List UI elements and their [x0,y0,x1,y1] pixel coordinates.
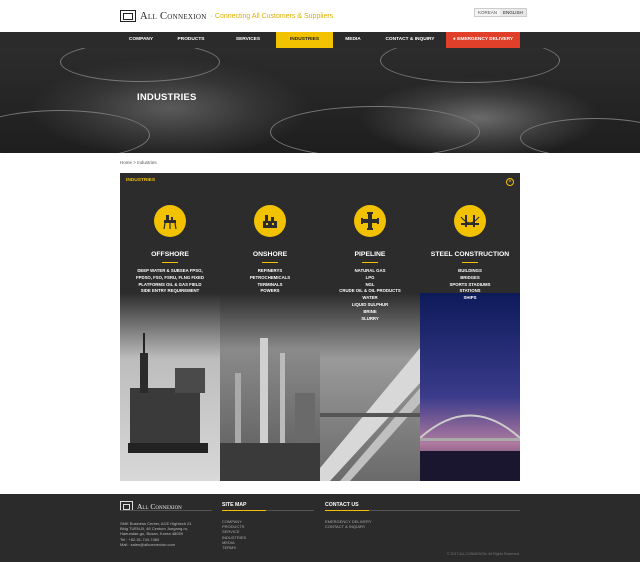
list-item: BUILDINGS [458,268,482,273]
hero-banner: INDUSTRIES [0,48,640,153]
list-item: PETROCHEMICALS [249,274,291,280]
alert-icon: ● [452,37,456,42]
list-item: STATIONS [459,288,481,294]
list-item: BRIDGES [460,274,480,280]
industry-name: OFFSHORE [151,251,189,258]
nav-products[interactable]: PRODUCTS [162,32,220,48]
brand-logo[interactable]: All Connexion · Connecting All Customers… [120,10,333,22]
contact-link[interactable]: CONTACT & INQUIRY [325,524,372,529]
list-item: NATURAL GAS [354,268,386,273]
sitemap-title: SITE MAP [222,502,247,508]
industry-list: BUILDINGS BRIDGES SPORTS STADIUMS STATIO… [420,268,520,302]
nav-contact-inquiry[interactable]: CONTACT & INQUIRY [374,32,446,48]
list-item: CRUDE OIL & OIL PRODUCTS [339,288,401,294]
industries-panel: INDUSTRIES × OFFSHORE DEEP WATER & SUBSE… [120,173,520,481]
list-item: BRINE [363,308,377,314]
bridge-icon [454,205,486,237]
language-switcher: KOREAN ENGLISH [474,8,527,17]
list-item: SIDE ENTRY REQUIREMENT [140,288,200,294]
industry-name: ONSHORE [252,251,288,258]
industry-list: REFINERYS PETROCHEMICALS TERMINALS POWER… [220,268,320,295]
storage-tank-image [380,48,560,83]
page-title: INDUSTRIES [137,92,197,103]
industry-list: DEEP WATER & SUBSEA FPSO, FPDSO, FSO, FS… [120,268,220,295]
nav-emergency-delivery[interactable]: ● EMERGENCY DELIVERY [446,32,520,48]
list-item: LPG [365,274,375,280]
industry-name: STEEL CONSTRUCTION [430,251,510,258]
divider [162,262,178,263]
page: All Connexion · Connecting All Customers… [0,0,640,562]
sitemap-link[interactable]: TERMS [222,545,246,550]
main-nav: COMPANY PRODUCTS SERVICES INDUSTRIES MED… [0,32,640,48]
pipe-cross-icon [354,205,386,237]
list-item: POWERS [260,288,280,294]
nav-media[interactable]: MEDIA [333,32,373,48]
list-item: REFINERYS [257,268,283,273]
lang-english[interactable]: ENGLISH [500,9,526,16]
sitemap-links: COMPANY PRODUCTS SERVICE INDUSTRIES MEDI… [222,519,246,550]
brand-name: All Connexion [140,10,207,22]
industry-offshore[interactable]: OFFSHORE DEEP WATER & SUBSEA FPSO, FPDSO… [120,173,220,481]
industry-onshore[interactable]: ONSHORE REFINERYS PETROCHEMICALS TERMINA… [220,173,320,481]
industry-list: NATURAL GAS LPG NGL CRUDE OIL & OIL PROD… [320,268,420,322]
list-item: WATER [362,295,378,301]
industry-name: PIPELINE [354,251,386,258]
site-footer: All Connexion SMK Business Center, ACE H… [0,494,640,562]
site-header: All Connexion · Connecting All Customers… [0,0,640,32]
storage-tank-image [520,118,640,153]
list-item: FPDSO, FSO, FSRU, FLNG FIXED [135,274,205,280]
logo-mark-icon [120,10,136,22]
list-item: LIQUID SULPHUR [351,301,389,307]
divider [120,510,212,511]
list-item: SPORTS STADIUMS [449,281,491,287]
storage-tank-image [270,106,480,153]
industry-steel-construction[interactable]: STEEL CONSTRUCTION BUILDINGS BRIDGES SPO… [420,173,520,481]
list-item: SLURRY [361,315,379,321]
divider [362,262,378,263]
contact-links: EMERGENCY DELIVERY CONTACT & INQUIRY [325,519,372,529]
brand-tagline: · Connecting All Customers & Suppliers [210,12,334,20]
lang-korean[interactable]: KOREAN [475,9,501,16]
accent-divider [325,510,369,511]
accent-divider [222,510,266,511]
list-item: DEEP WATER & SUBSEA FPSO, [137,268,203,273]
breadcrumb: Home > Industries [120,160,157,165]
contact-title: CONTACT US [325,502,359,508]
list-item: PLATFORMS OIL & GAS FIELD [138,281,202,287]
storage-tank-image [0,110,150,153]
industry-pipeline[interactable]: PIPELINE NATURAL GAS LPG NGL CRUDE OIL &… [320,173,420,481]
footer-address: SMK Business Center, ACE Hightech 21 Bld… [120,521,192,547]
storage-tank-image [60,48,220,82]
refinery-icon [254,205,286,237]
list-item: TERMINALS [257,281,283,287]
offshore-platform-icon [154,205,186,237]
divider [462,262,478,263]
divider [262,262,278,263]
nav-services[interactable]: SERVICES [219,32,277,48]
copyright: © 2017 ALLCONNEXION. All Rights Reserved… [447,552,520,556]
list-item: NGL [365,281,375,287]
list-item: SHIPS [463,295,477,301]
nav-industries[interactable]: INDUSTRIES [276,32,333,48]
